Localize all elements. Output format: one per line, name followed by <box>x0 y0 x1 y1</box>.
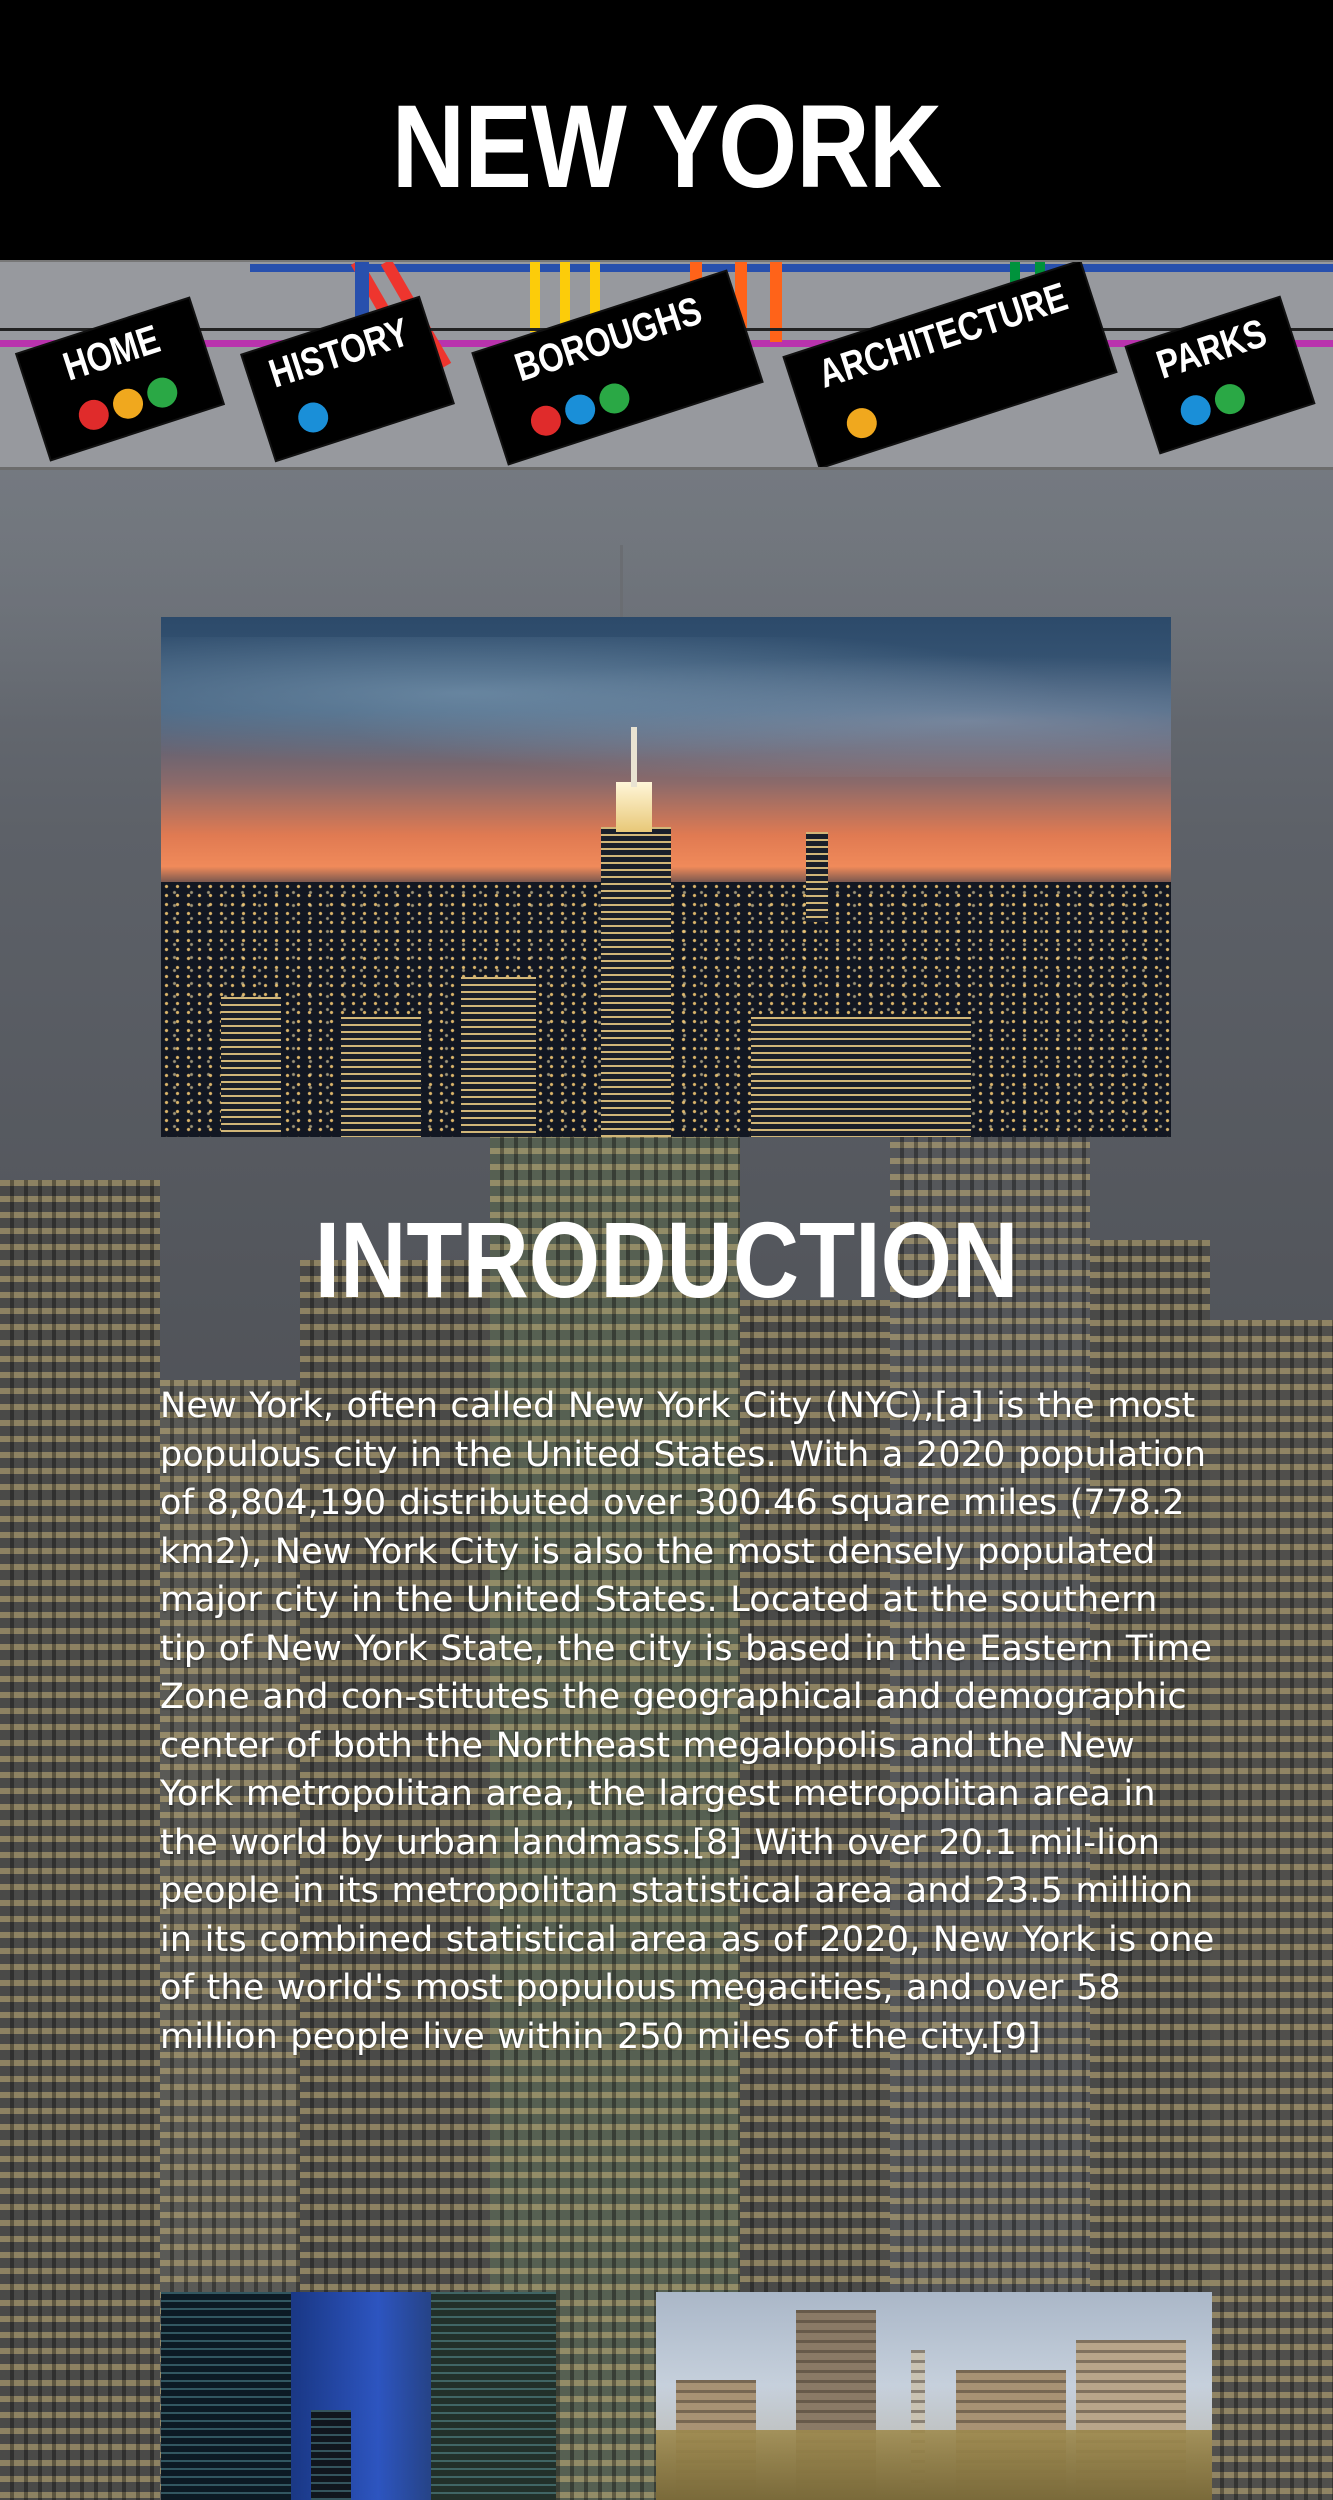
line-dot <box>595 379 634 418</box>
hero-building <box>461 977 536 1137</box>
site-header: NEW YORK <box>0 0 1333 260</box>
subway-line-blue <box>250 264 1333 272</box>
nav-item-architecture[interactable]: ARCHITECTURE <box>784 262 1116 467</box>
photo-building <box>161 2292 291 2500</box>
photo-bryant-park <box>656 2292 1212 2500</box>
line-dot <box>1176 391 1215 430</box>
intro-paragraph: New York, often called New York City (NY… <box>160 1386 1215 2057</box>
hero-one-world-trade <box>806 832 828 922</box>
hero-empire-state-crown <box>616 782 652 832</box>
subway-line-yellow <box>530 262 540 332</box>
nav-item-boroughs[interactable]: BOROUGHS <box>473 271 762 464</box>
line-dot <box>294 398 333 437</box>
hero-building <box>221 997 281 1137</box>
hero-empire-state-spire <box>631 727 637 787</box>
hero-building <box>341 1017 421 1137</box>
subway-line-yellow <box>560 262 570 327</box>
photo-trees <box>656 2430 1212 2500</box>
line-dot <box>143 373 182 412</box>
background-building <box>1210 1320 1333 2500</box>
background-building <box>0 1180 160 2500</box>
line-dot <box>74 395 113 434</box>
line-dot <box>842 404 881 443</box>
photo-building <box>311 2410 351 2500</box>
nav-item-parks[interactable]: PARKS <box>1126 297 1314 453</box>
hero-empire-state-building <box>601 827 671 1137</box>
hero-clouds <box>161 637 1171 777</box>
nav-item-history[interactable]: HISTORY <box>242 298 453 460</box>
photo-night-street <box>161 2292 556 2500</box>
nav-item-home[interactable]: HOME <box>17 298 223 460</box>
line-dot <box>527 401 565 440</box>
hero-skyline-image <box>161 617 1171 1137</box>
line-dot <box>109 384 147 423</box>
site-title: NEW YORK <box>391 81 942 213</box>
line-dot <box>1211 380 1249 419</box>
line-dot <box>561 390 600 429</box>
hero-building <box>751 1017 971 1137</box>
photo-building <box>431 2292 556 2500</box>
intro-heading: INTRODUCTION <box>314 1199 1019 1320</box>
subway-map-nav: HOME HISTORY BOROUGHS ARCHITECTURE PARKS <box>0 260 1333 470</box>
